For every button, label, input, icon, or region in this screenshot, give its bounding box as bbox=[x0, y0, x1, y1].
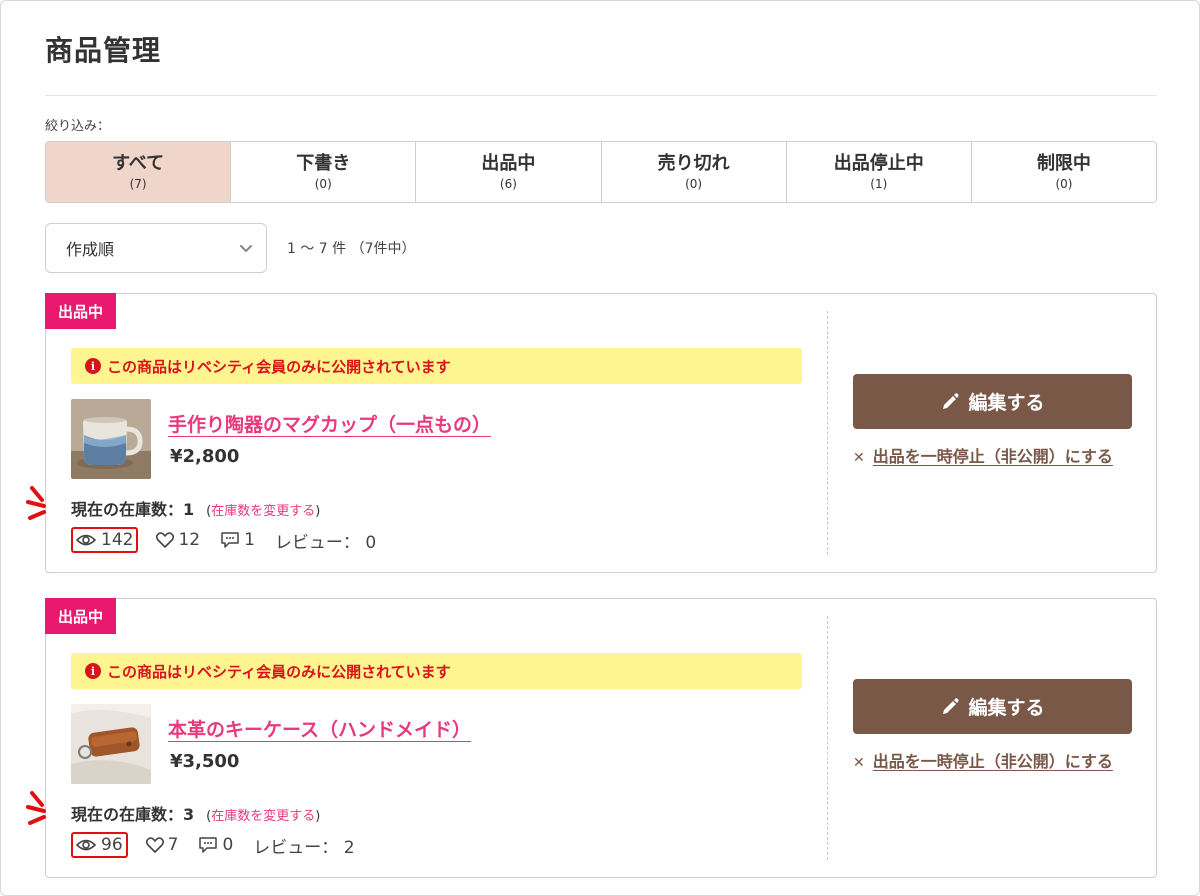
stock-info: 現在の在庫数：3 (在庫数を変更する) bbox=[71, 801, 320, 825]
tab-label: 下書き bbox=[296, 153, 351, 174]
result-count: 1 〜 7 件 （7件中） bbox=[287, 241, 416, 257]
card-divider bbox=[827, 311, 828, 555]
reviews-count: レビュー： 2 bbox=[253, 833, 354, 858]
comment-icon bbox=[199, 837, 218, 853]
views-count: 96 bbox=[71, 832, 128, 858]
tab-draft[interactable]: 下書き (0) bbox=[231, 142, 417, 202]
tab-listed[interactable]: 出品中 (6) bbox=[416, 142, 602, 202]
likes-count: 12 bbox=[156, 530, 200, 550]
stock-label: 現在の在庫数：3 bbox=[71, 805, 195, 824]
product-stats: 96 7 0 レビュー： 2 bbox=[71, 831, 375, 859]
filter-tabs: すべて (7) 下書き (0) 出品中 (6) 売り切れ (0) 出品停止中 (… bbox=[45, 141, 1157, 203]
title-divider bbox=[45, 95, 1157, 96]
sort-select[interactable]: 作成順 bbox=[45, 223, 267, 273]
info-icon: i bbox=[85, 663, 101, 679]
product-price: ¥3,500 bbox=[170, 751, 240, 772]
comment-icon bbox=[221, 532, 239, 548]
change-stock-link[interactable]: 在庫数を変更する bbox=[211, 500, 315, 519]
pause-listing-label: 出品を一時停止（非公開）にする bbox=[872, 752, 1113, 771]
notice-text: この商品はリベシティ会員のみに公開されています bbox=[107, 662, 451, 681]
tab-label: すべて bbox=[112, 153, 165, 174]
eye-icon bbox=[76, 534, 96, 546]
reviews-value: レビュー： 0 bbox=[274, 532, 377, 553]
eye-icon bbox=[76, 839, 96, 851]
notice-text: この商品はリベシティ会員のみに公開されています bbox=[107, 357, 451, 376]
edit-button-label: 編集する bbox=[968, 392, 1045, 414]
change-stock-link[interactable]: 在庫数を変更する bbox=[211, 805, 315, 824]
heart-icon bbox=[156, 532, 175, 548]
close-icon: ✕ bbox=[853, 450, 865, 466]
edit-button[interactable]: 編集する bbox=[853, 374, 1132, 429]
comments-count: 1 bbox=[220, 530, 255, 550]
product-price: ¥2,800 bbox=[170, 446, 240, 467]
tab-label: 制限中 bbox=[1036, 153, 1091, 174]
tab-count: (6) bbox=[499, 177, 517, 191]
edit-button-label: 編集する bbox=[968, 697, 1045, 719]
likes-value: 7 bbox=[167, 835, 179, 855]
views-count: 142 bbox=[71, 527, 139, 553]
close-icon: ✕ bbox=[853, 755, 865, 771]
tab-label: 売り切れ bbox=[657, 153, 730, 174]
status-badge: 出品中 bbox=[45, 293, 116, 329]
pause-listing-label: 出品を一時停止（非公開）にする bbox=[872, 447, 1113, 466]
tab-count: (0) bbox=[685, 177, 703, 191]
pause-listing-link[interactable]: ✕ 出品を一時停止（非公開）にする bbox=[853, 750, 1138, 776]
reviews-count: レビュー： 0 bbox=[275, 528, 376, 553]
product-stats: 142 12 1 レビュー： 0 bbox=[71, 526, 396, 554]
page-title: 商品管理 bbox=[45, 34, 162, 67]
stock-label: 現在の在庫数：1 bbox=[71, 500, 195, 519]
sort-selected-value: 作成順 bbox=[66, 240, 115, 259]
members-only-notice: i この商品はリベシティ会員のみに公開されています bbox=[71, 348, 802, 384]
edit-button[interactable]: 編集する bbox=[853, 679, 1132, 734]
product-card: 出品中 i この商品はリベシティ会員のみに公開されています 手作り陶器のマグカッ… bbox=[26, 293, 1157, 573]
pencil-icon bbox=[943, 697, 960, 714]
filter-label: 絞り込み： bbox=[45, 119, 111, 134]
likes-value: 12 bbox=[178, 530, 201, 550]
product-name-link[interactable]: 手作り陶器のマグカップ（一点もの） bbox=[168, 410, 491, 437]
product-card: 出品中 i この商品はリベシティ会員のみに公開されています 本革のキーケース（ハ… bbox=[26, 598, 1157, 878]
product-management-page: 商品管理 絞り込み： すべて (7) 下書き (0) 出品中 (6) 売り切れ … bbox=[0, 0, 1200, 896]
info-icon: i bbox=[85, 358, 101, 374]
highlight-burst-icon bbox=[26, 791, 46, 825]
tab-sold-out[interactable]: 売り切れ (0) bbox=[601, 142, 787, 202]
views-value: 142 bbox=[101, 530, 134, 550]
members-only-notice: i この商品はリベシティ会員のみに公開されています bbox=[71, 653, 802, 689]
tab-paused[interactable]: 出品停止中 (1) bbox=[786, 142, 972, 202]
mug-image bbox=[71, 399, 151, 479]
stock-info: 現在の在庫数：1 (在庫数を変更する) bbox=[71, 496, 320, 520]
comments-value: 0 bbox=[222, 835, 234, 855]
highlight-burst-icon bbox=[26, 486, 46, 520]
paren-close: ) bbox=[315, 504, 321, 519]
comments-value: 1 bbox=[244, 530, 255, 550]
likes-count: 7 bbox=[145, 835, 179, 855]
product-thumbnail[interactable] bbox=[71, 704, 151, 784]
product-name-link[interactable]: 本革のキーケース（ハンドメイド） bbox=[168, 715, 471, 742]
tab-label: 出品中 bbox=[481, 153, 536, 174]
tab-count: (0) bbox=[1055, 177, 1073, 191]
pencil-icon bbox=[943, 392, 960, 409]
status-badge: 出品中 bbox=[45, 598, 116, 634]
tab-count: (0) bbox=[314, 177, 332, 191]
paren-close: ) bbox=[315, 809, 321, 824]
comments-count: 0 bbox=[198, 835, 233, 855]
product-thumbnail[interactable] bbox=[71, 399, 151, 479]
card-divider bbox=[827, 616, 828, 860]
heart-icon bbox=[145, 837, 164, 853]
reviews-value: レビュー： 2 bbox=[253, 837, 355, 858]
tab-label: 出品停止中 bbox=[833, 153, 924, 174]
tab-all[interactable]: すべて (7) bbox=[46, 142, 232, 202]
views-value: 96 bbox=[101, 835, 123, 855]
tab-restricted[interactable]: 制限中 (0) bbox=[971, 142, 1156, 202]
key-case-image bbox=[71, 704, 151, 784]
chevron-down-icon bbox=[240, 245, 252, 252]
pause-listing-link[interactable]: ✕ 出品を一時停止（非公開）にする bbox=[853, 445, 1138, 471]
tab-count: (7) bbox=[129, 177, 147, 191]
tab-count: (1) bbox=[870, 177, 888, 191]
